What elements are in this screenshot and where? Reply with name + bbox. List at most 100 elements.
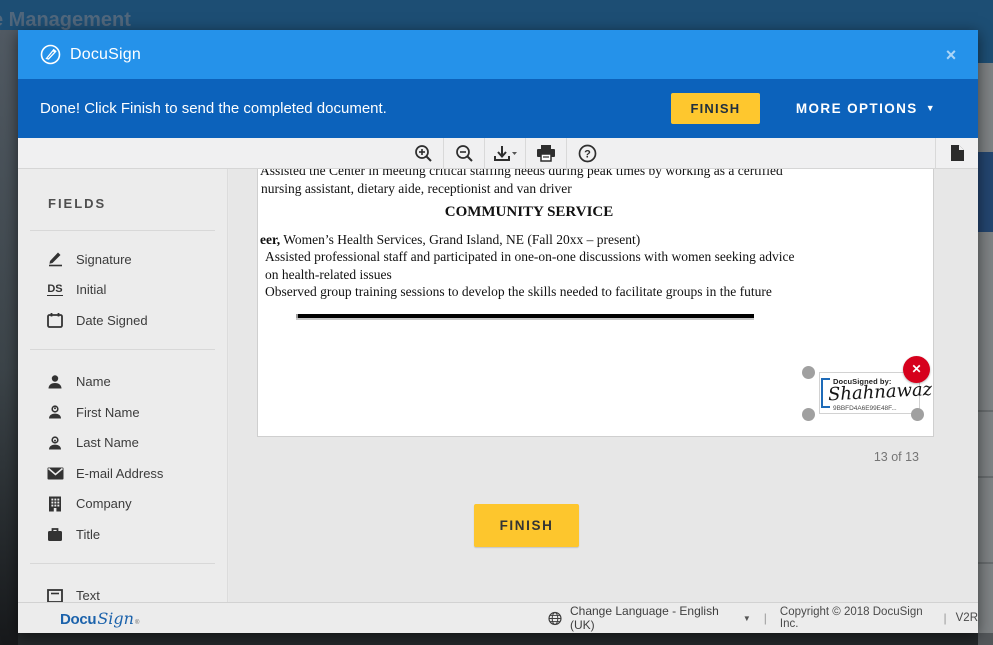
sidebar-group-signing: Signature DS Initial — [18, 231, 227, 336]
sidebar-item-last-name[interactable]: Last Name — [18, 428, 227, 459]
sidebar-item-name[interactable]: Name — [18, 367, 227, 398]
sidebar-item-company[interactable]: Company — [18, 489, 227, 520]
brand-label: DocuSign — [70, 46, 141, 64]
help-icon: ? — [578, 144, 597, 163]
more-options-label: MORE OPTIONS — [796, 101, 918, 116]
sidebar-item-initial[interactable]: DS Initial — [18, 275, 227, 306]
background-page-header: e Management — [0, 0, 993, 30]
docusign-brand: DocuSign — [40, 44, 141, 65]
logo-sign-text: Sign — [97, 609, 134, 628]
fields-sidebar: FIELDS Signature DS Initia — [18, 169, 228, 602]
svg-text:?: ? — [584, 148, 591, 160]
banner-message: Done! Click Finish to send the completed… — [40, 100, 387, 117]
finish-banner: Done! Click Finish to send the completed… — [18, 79, 978, 138]
page-indicator: 13 of 13 — [257, 450, 934, 464]
sidebar-item-label: Initial — [76, 282, 106, 297]
envelope-icon — [46, 465, 64, 482]
sidebar-item-label: First Name — [76, 405, 140, 420]
change-language-label: Change Language - English (UK) — [570, 604, 735, 632]
sidebar-item-signature[interactable]: Signature — [18, 244, 227, 275]
sidebar-item-text[interactable]: Text — [18, 581, 227, 603]
stamp-resize-handle[interactable] — [802, 366, 815, 379]
download-button[interactable] — [485, 138, 525, 168]
stamp-id-text: 9BBFD4A6E99E48F... — [833, 406, 897, 412]
footer-center-group: Change Language - English (UK) ▼ | Copyr… — [548, 604, 978, 632]
document-text-line: eer, Women’s Health Services, Grand Isla… — [258, 231, 933, 249]
modal-header: DocuSign × — [18, 30, 978, 79]
logo-docu-text: Docu — [60, 611, 96, 628]
change-language-button[interactable]: Change Language - English (UK) ▼ — [548, 604, 751, 632]
sidebar-item-email[interactable]: E-mail Address — [18, 458, 227, 489]
chevron-down-icon: ▼ — [743, 614, 751, 623]
registered-mark: ® — [135, 620, 139, 626]
background-divider — [978, 476, 993, 478]
briefcase-icon — [46, 526, 64, 543]
version-text: V2R — [956, 612, 978, 624]
download-icon — [493, 144, 517, 163]
document-text-line: nursing assistant, dietary aide, recepti… — [258, 180, 933, 198]
initials-ds-icon: DS — [46, 281, 64, 298]
modal-footer: Docu Sign ® Change Language - English (U… — [18, 602, 978, 633]
document-section-heading: COMMUNITY SERVICE — [258, 204, 798, 222]
finish-button[interactable]: FINISH — [671, 93, 760, 124]
background-page-title: e Management — [0, 9, 131, 32]
person-last-icon — [46, 434, 64, 451]
background-divider — [978, 562, 993, 564]
background-right-navy — [978, 0, 993, 63]
page-thumbnails-button[interactable] — [936, 138, 978, 168]
chevron-down-icon: ▼ — [926, 104, 936, 113]
stamp-delete-button[interactable]: ✕ — [903, 356, 930, 383]
background-left-strip — [0, 30, 18, 645]
building-icon — [46, 495, 64, 512]
sidebar-group-data: Name First Name — [18, 350, 227, 550]
document-viewer[interactable]: Assisted the Center in meeting critical … — [229, 169, 978, 602]
zoom-out-icon — [455, 144, 474, 163]
sidebar-group-overflow: Text — [18, 564, 227, 603]
sidebar-item-date-signed[interactable]: Date Signed — [18, 305, 227, 336]
document-text-line: Assisted professional staff and particip… — [258, 248, 933, 266]
copyright-text: Copyright © 2018 DocuSign Inc. — [780, 606, 935, 630]
background-right-bottom — [978, 633, 993, 645]
footer-separator: | — [764, 611, 767, 625]
zoom-in-button[interactable] — [403, 138, 443, 168]
background-right-blue-block — [978, 152, 993, 232]
sidebar-item-first-name[interactable]: First Name — [18, 397, 227, 428]
document-bold-fragment: eer, — [260, 232, 280, 247]
help-button[interactable]: ? — [567, 138, 607, 168]
more-options-button[interactable]: MORE OPTIONS ▼ — [796, 101, 936, 116]
zoom-out-button[interactable] — [444, 138, 484, 168]
document-text-line: on health-related issues — [258, 266, 933, 284]
print-icon — [536, 144, 556, 162]
sidebar-item-label: Last Name — [76, 435, 139, 450]
print-button[interactable] — [526, 138, 566, 168]
page-thumbnail-icon — [949, 143, 966, 163]
document-toolbar: ? — [18, 138, 978, 169]
sidebar-item-label: Title — [76, 527, 100, 542]
toolbar-right-group — [935, 138, 978, 168]
text-field-icon — [46, 587, 64, 602]
stamp-resize-handle[interactable] — [911, 408, 924, 421]
signature-rule-line — [296, 314, 754, 318]
toolbar-center-group: ? — [403, 138, 607, 168]
stamp-resize-handle[interactable] — [802, 408, 815, 421]
document-text-line: Assisted the Center in meeting critical … — [258, 169, 933, 180]
close-icon[interactable]: × — [938, 42, 964, 68]
sidebar-item-label: Name — [76, 374, 111, 389]
sidebar-item-label: Text — [76, 588, 100, 602]
sidebar-item-title[interactable]: Title — [18, 519, 227, 550]
sidebar-item-label: Company — [76, 496, 132, 511]
modal-content: FIELDS Signature DS Initia — [18, 169, 978, 602]
person-first-icon — [46, 404, 64, 421]
signature-stamp[interactable]: DocuSigned by: Shahnawaz 9BBFD4A6E99E48F… — [819, 372, 920, 414]
docusign-footer-logo[interactable]: Docu Sign ® — [60, 609, 139, 628]
docusign-pen-icon — [40, 44, 61, 65]
fields-title: FIELDS — [48, 196, 227, 211]
stamp-signature-text: Shahnawaz — [828, 380, 921, 406]
background-right-strip — [978, 0, 993, 645]
sidebar-item-label: E-mail Address — [76, 466, 163, 481]
footer-separator: | — [944, 611, 947, 625]
calendar-icon — [46, 312, 64, 329]
background-bottom-strip — [18, 633, 978, 645]
docusign-modal: DocuSign × Done! Click Finish to send th… — [18, 30, 978, 633]
finish-button-document[interactable]: FINISH — [474, 504, 579, 547]
